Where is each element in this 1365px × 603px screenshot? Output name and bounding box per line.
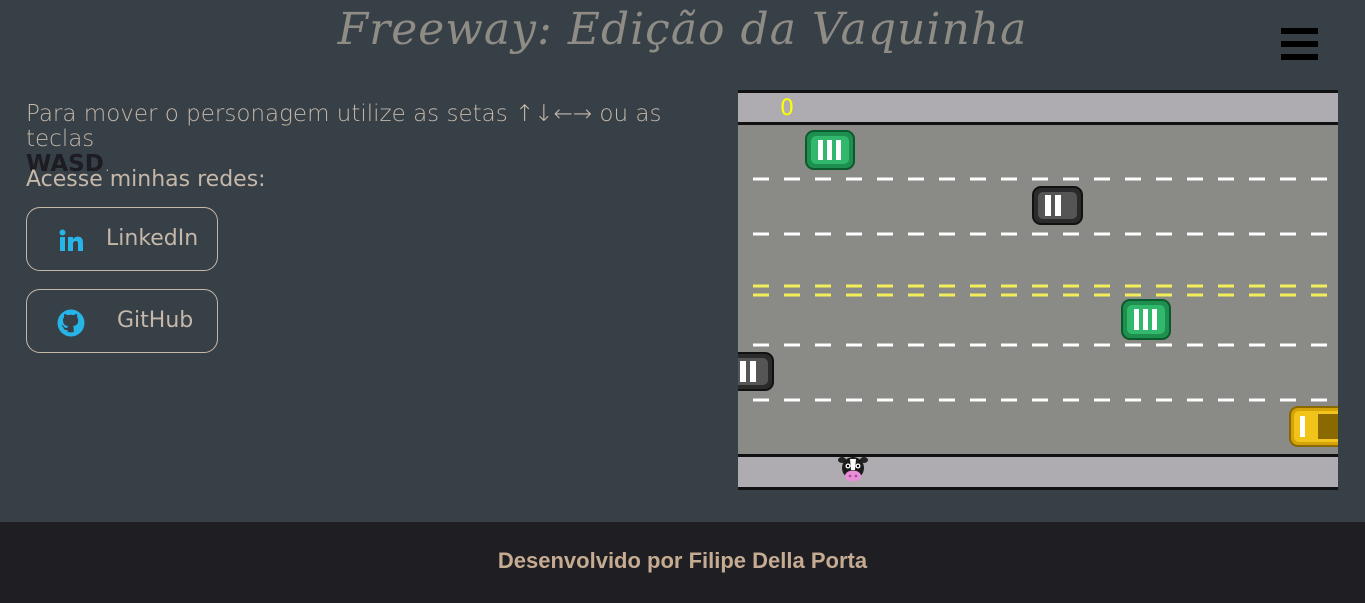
linkedin-button[interactable]: LinkedIn [26, 207, 218, 271]
top-border [738, 90, 1338, 93]
menu-bar [1281, 54, 1318, 60]
linkedin-icon [59, 229, 83, 251]
menu-bar [1281, 41, 1318, 47]
page-title: Freeway: Edição da Vaquinha [337, 4, 1028, 55]
footer: Desenvolvido por Filipe Della Porta [0, 522, 1365, 603]
top-sidewalk [738, 90, 1338, 124]
car-gray-1 [1032, 186, 1083, 225]
car-green-1 [805, 130, 855, 170]
github-label: GitHub [117, 308, 194, 333]
header: Freeway: Edição da Vaquinha [0, 0, 1365, 70]
hamburger-menu-icon[interactable] [1281, 28, 1318, 62]
top-road-edge [738, 122, 1338, 125]
instructions-before: Para mover o personagem utilize as setas [26, 101, 516, 127]
car-green-2 [1121, 299, 1171, 340]
instructions-text: Para mover o personagem utilize as setas… [26, 102, 716, 177]
github-button[interactable]: GitHub [26, 289, 218, 353]
footer-credit: Desenvolvido por Filipe Della Porta [497, 548, 868, 573]
social-heading: Acesse minhas redes: [26, 167, 266, 192]
game-board: 0 [738, 90, 1338, 490]
game-canvas[interactable]: 0 [738, 90, 1338, 490]
bottom-sidewalk [738, 457, 1338, 490]
linkedin-label: LinkedIn [106, 226, 199, 251]
car-yellow [1289, 406, 1338, 447]
arrow-keys: ↑↓←→ [515, 101, 593, 127]
bottom-border [738, 487, 1338, 490]
menu-bar [1281, 28, 1318, 34]
score-display: 0 [780, 96, 794, 121]
bottom-road-edge [738, 454, 1338, 457]
car-gray-2 [738, 352, 774, 391]
github-icon [57, 309, 85, 337]
